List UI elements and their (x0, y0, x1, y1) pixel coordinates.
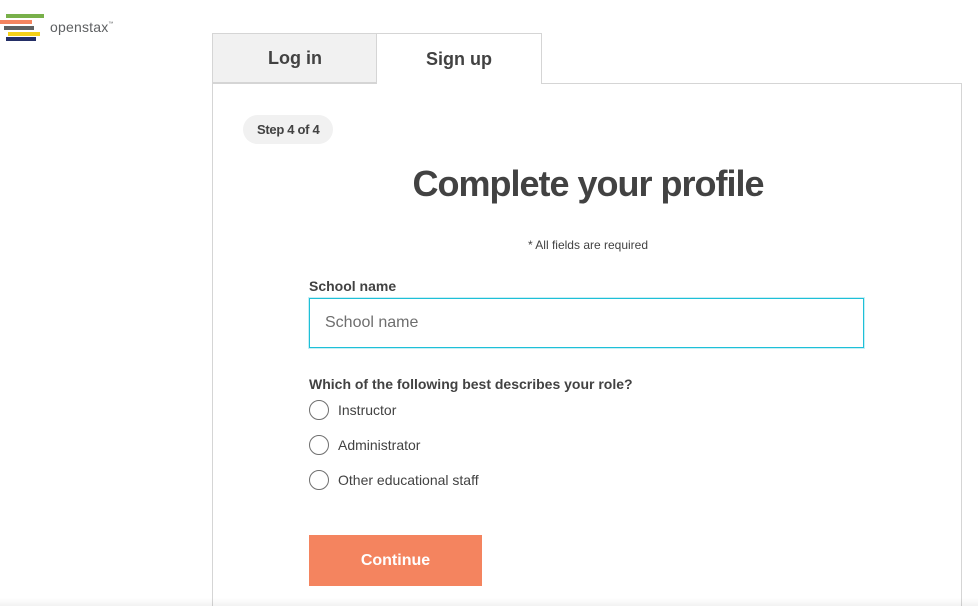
role-option-other-staff[interactable]: Other educational staff (309, 468, 479, 492)
logo-trademark: ™ (108, 21, 114, 27)
step-badge: Step 4 of 4 (243, 115, 334, 144)
openstax-logo[interactable]: openstax™ (0, 12, 140, 44)
openstax-logo-icon (0, 14, 44, 41)
radio-button-instructor[interactable] (309, 400, 329, 420)
role-option-label: Instructor (338, 402, 397, 418)
school-name-label: School name (309, 278, 397, 294)
school-name-input[interactable] (309, 298, 864, 348)
continue-button[interactable]: Continue (309, 535, 482, 586)
role-option-label: Other educational staff (338, 472, 479, 488)
tab-sign-up[interactable]: Sign up (376, 33, 542, 84)
logo-wordmark: openstax (50, 19, 109, 35)
radio-button-administrator[interactable] (309, 435, 329, 455)
role-option-instructor[interactable]: Instructor (309, 398, 396, 422)
signup-card: Step 4 of 4 Complete your profile * All … (212, 83, 962, 606)
bottom-shadow (0, 598, 978, 606)
radio-button-other-staff[interactable] (309, 470, 329, 490)
page-title: Complete your profile (412, 163, 764, 204)
tab-sign-up-label: Sign up (426, 48, 492, 69)
role-option-administrator[interactable]: Administrator (309, 433, 420, 457)
role-option-label: Administrator (338, 437, 421, 453)
tab-log-in-label: Log in (268, 47, 322, 68)
required-fields-note: * All fields are required (527, 238, 649, 252)
tab-log-in[interactable]: Log in (212, 33, 377, 83)
role-question: Which of the following best describes yo… (309, 376, 633, 392)
page: openstax™ Log in Sign up Step 4 of 4 Com… (0, 0, 978, 606)
